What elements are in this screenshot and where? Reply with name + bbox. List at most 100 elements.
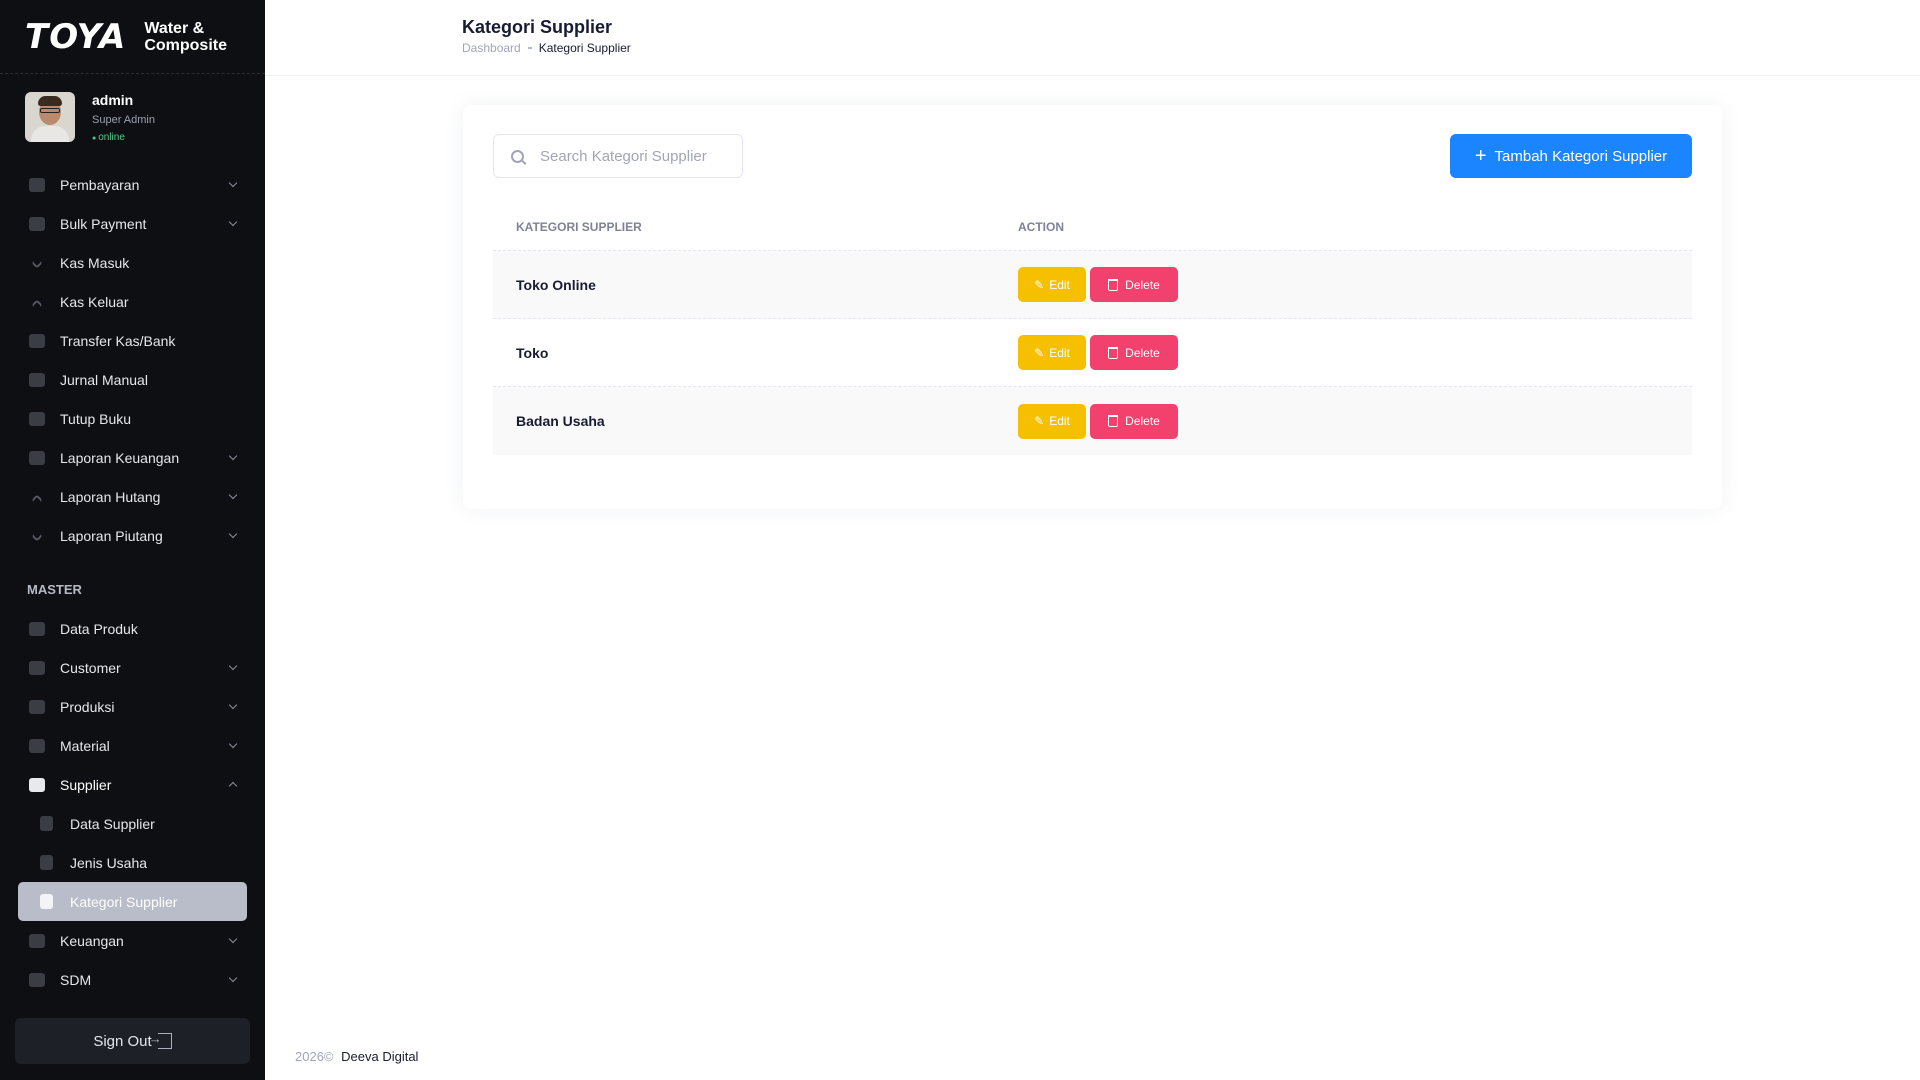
- chevron-up-icon: [228, 781, 238, 791]
- sidebar-subitem-kategori-supplier[interactable]: Kategori Supplier: [18, 882, 247, 921]
- search-icon: [511, 149, 524, 163]
- sidebar-item-laporan-piutang[interactable]: Laporan Piutang: [0, 516, 265, 555]
- document-icon: [40, 894, 53, 909]
- chevron-down-icon: [228, 178, 238, 188]
- sidebar-item-sdm[interactable]: SDM: [0, 960, 265, 999]
- table-header: KATEGORI SUPPLIER ACTION: [493, 203, 1692, 251]
- row-actions: ✎ Edit Delete: [1018, 267, 1692, 302]
- sidebar-subitem-jenis-usaha[interactable]: Jenis Usaha: [0, 843, 265, 882]
- edit-button[interactable]: ✎ Edit: [1018, 335, 1086, 370]
- sidebar-item-material[interactable]: Material: [0, 726, 265, 765]
- row-name: Badan Usaha: [516, 413, 605, 429]
- sidebar-item-label: Transfer Kas/Bank: [60, 332, 176, 349]
- sign-out-button[interactable]: Sign Out: [15, 1018, 250, 1064]
- edit-label: Edit: [1049, 345, 1070, 360]
- truck-icon: [29, 777, 45, 792]
- table-row: Toko ✎ Edit Delete: [493, 319, 1692, 387]
- footer-company-link[interactable]: Deeva Digital: [341, 1049, 418, 1064]
- sidebar-item-kas-keluar[interactable]: Kas Keluar: [0, 282, 265, 321]
- sidebar-item-label: Laporan Keuangan: [60, 449, 180, 466]
- users-icon: [29, 660, 45, 675]
- row-name: Toko: [516, 344, 549, 361]
- sidebar-item-label: SDM: [60, 971, 92, 988]
- sidebar-item-tutup-buku[interactable]: Tutup Buku: [0, 399, 265, 438]
- sidebar-item-label: Laporan Hutang: [60, 488, 161, 505]
- section-label: MASTER: [27, 581, 82, 597]
- sidebar-item-keuangan[interactable]: Keuangan: [0, 921, 265, 960]
- sidebar-subitem-data-supplier[interactable]: Data Supplier: [0, 804, 265, 843]
- sidebar-item-produksi[interactable]: Produksi: [0, 687, 265, 726]
- chevron-up-icon: [31, 298, 43, 311]
- edit-button[interactable]: ✎ Edit: [1018, 403, 1086, 439]
- sign-out-label: Sign Out: [93, 1032, 152, 1050]
- delete-button[interactable]: Delete: [1090, 335, 1178, 370]
- sidebar-item-label: Material: [60, 737, 110, 754]
- edit-label: Edit: [1049, 414, 1070, 428]
- sidebar-item-label: Bulk Payment: [60, 215, 147, 232]
- sidebar-item-label: Pembayaran: [60, 176, 140, 193]
- search-input[interactable]: Search Kategori Supplier: [493, 134, 743, 178]
- sidebar-item-transfer-kas-bank[interactable]: Transfer Kas/Bank: [0, 321, 265, 360]
- user-name: admin: [92, 92, 134, 108]
- document-icon: [40, 816, 53, 831]
- sidebar-item-laporan-keuangan[interactable]: Laporan Keuangan: [0, 438, 265, 477]
- breadcrumb-dashboard[interactable]: Dashboard: [462, 41, 521, 55]
- breadcrumb: Dashboard Kategori Supplier: [462, 41, 631, 55]
- brand[interactable]: TOYA Water & Composite: [0, 0, 265, 74]
- pencil-icon: ✎: [1034, 277, 1045, 292]
- wallet-icon: [29, 216, 45, 231]
- delete-label: Delete: [1125, 277, 1160, 292]
- sidebar-item-label: Data Produk: [60, 620, 138, 637]
- chevron-down-icon: [228, 973, 238, 983]
- avatar[interactable]: [25, 92, 75, 142]
- sidebar-item-pembayaran[interactable]: Pembayaran: [0, 165, 265, 204]
- brand-subtitle: Water & Composite: [144, 20, 227, 54]
- user-role: Super Admin: [92, 114, 155, 126]
- sidebar-item-label: Kas Keluar: [60, 293, 129, 310]
- user-info: admin Super Admin online: [92, 92, 155, 143]
- sidebar-item-label: Kas Masuk: [60, 254, 130, 271]
- box-icon: [29, 621, 45, 636]
- trash-icon: [1108, 278, 1119, 291]
- factory-icon: [29, 699, 45, 714]
- add-button-label: Tambah Kategori Supplier: [1494, 147, 1668, 165]
- sidebar: TOYA Water & Composite admin Super Admin…: [0, 0, 265, 1080]
- table-row: Toko Online ✎ Edit Delete: [493, 251, 1692, 319]
- chevron-down-icon: [31, 529, 43, 542]
- chevron-down-icon: [228, 934, 238, 944]
- brand-subtitle-line2: Composite: [144, 36, 227, 54]
- delete-button[interactable]: Delete: [1090, 267, 1178, 302]
- sidebar-item-bulk-payment[interactable]: Bulk Payment: [0, 204, 265, 243]
- sidebar-item-customer[interactable]: Customer: [0, 648, 265, 687]
- sidebar-item-kas-masuk[interactable]: Kas Masuk: [0, 243, 265, 282]
- sidebar-item-laporan-hutang[interactable]: Laporan Hutang: [0, 477, 265, 516]
- user-profile[interactable]: admin Super Admin online: [25, 92, 155, 143]
- column-header-action: ACTION: [1018, 219, 1064, 234]
- document-icon: [29, 372, 45, 387]
- trash-icon: [1108, 415, 1119, 427]
- section-master: MASTER: [0, 569, 265, 609]
- delete-label: Delete: [1125, 345, 1160, 360]
- chevron-down-icon: [228, 490, 238, 500]
- column-header-kategori[interactable]: KATEGORI SUPPLIER: [493, 220, 1018, 234]
- sign-out-icon: [149, 1031, 172, 1049]
- user-status: online: [92, 132, 155, 143]
- kategori-table: KATEGORI SUPPLIER ACTION Toko Online ✎ E…: [493, 203, 1692, 455]
- edit-button[interactable]: ✎ Edit: [1018, 267, 1086, 302]
- content-card: Search Kategori Supplier + Tambah Katego…: [463, 105, 1722, 509]
- chevron-down-icon: [228, 739, 238, 749]
- sidebar-item-jurnal-manual[interactable]: Jurnal Manual: [0, 360, 265, 399]
- delete-label: Delete: [1125, 414, 1160, 428]
- sidebar-menu: Pembayaran Bulk Payment Kas Masuk Kas Ke…: [0, 168, 265, 999]
- toggle-icon: [29, 333, 45, 348]
- brand-subtitle-line1: Water &: [144, 19, 205, 37]
- pencil-icon: ✎: [1034, 345, 1045, 360]
- sidebar-item-label: Supplier: [60, 776, 112, 793]
- chart-icon: [29, 450, 45, 465]
- add-kategori-supplier-button[interactable]: + Tambah Kategori Supplier: [1450, 134, 1692, 178]
- payment-icon: [29, 177, 45, 192]
- delete-button[interactable]: Delete: [1090, 403, 1178, 439]
- sidebar-item-data-produk[interactable]: Data Produk: [0, 609, 265, 648]
- footer-year: 2026©: [295, 1049, 334, 1064]
- sidebar-item-supplier[interactable]: Supplier: [0, 765, 265, 804]
